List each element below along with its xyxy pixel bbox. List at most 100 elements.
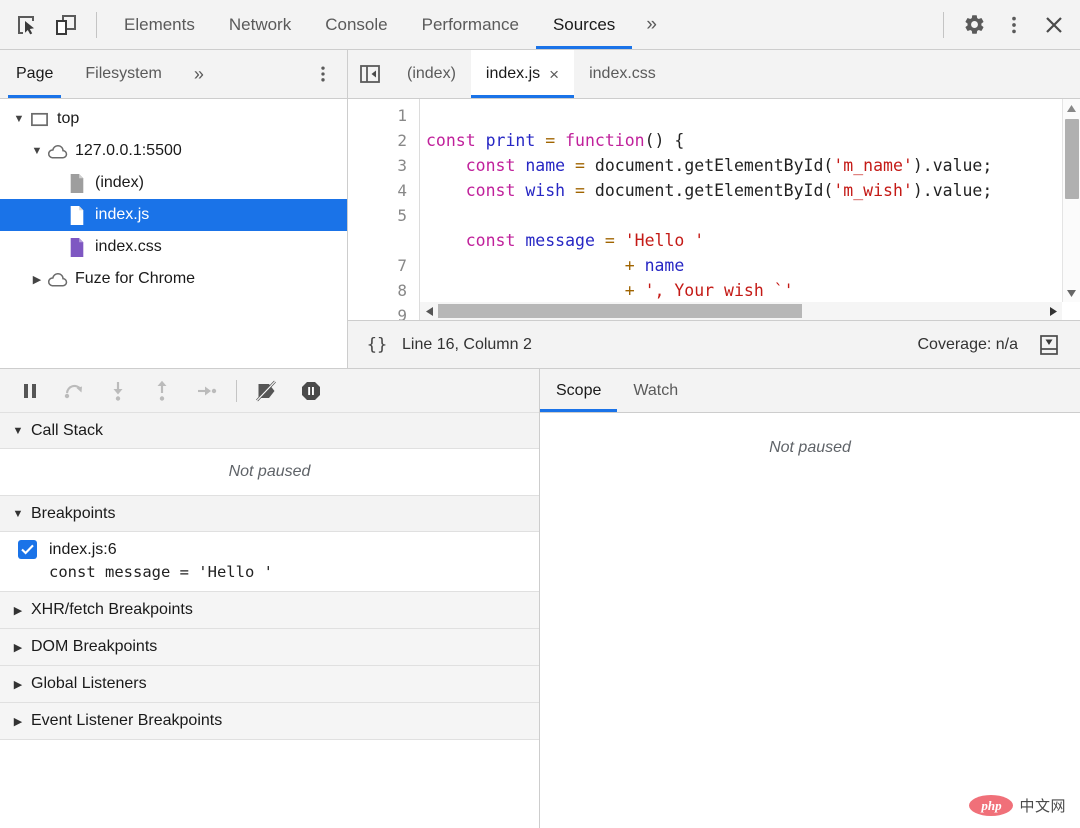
device-toolbar-icon[interactable]	[46, 5, 86, 45]
tree-item-index-label: (index)	[95, 174, 144, 191]
tree-item-origin[interactable]: ▼ 127.0.0.1:5500	[0, 135, 347, 167]
code-line[interactable]: + name	[426, 253, 1080, 278]
line-number[interactable]: 4	[348, 178, 419, 203]
tab-performance[interactable]: Performance	[405, 0, 536, 49]
code-token: ', Your wish `'	[644, 281, 794, 300]
line-number[interactable]: 2	[348, 128, 419, 153]
nav-more-tabs-chevron-icon[interactable]: »	[178, 50, 220, 98]
editor-tab-index-js[interactable]: index.js ×	[470, 50, 575, 98]
code-content[interactable]: const print = function() { const name = …	[420, 99, 1080, 320]
line-number[interactable]: 1	[348, 103, 419, 128]
event-listener-twisty-icon[interactable]: ▶	[10, 715, 26, 728]
scroll-up-arrow-icon[interactable]	[1063, 99, 1080, 117]
tree-item-index-js[interactable]: index.js	[0, 199, 347, 231]
inspect-cursor-icon[interactable]	[6, 5, 46, 45]
code-line[interactable]: const message = 'Hello '	[426, 228, 1080, 253]
code-token: ).value;	[912, 181, 993, 200]
close-icon[interactable]	[1034, 5, 1074, 45]
more-tabs-chevron-icon[interactable]: »	[632, 0, 671, 49]
tree-item-index-css[interactable]: index.css	[0, 231, 347, 263]
line-number-gutter[interactable]: 1 2 3 4 5 6 7 8 9	[348, 99, 420, 320]
line-number-text: 9	[397, 306, 407, 320]
code-line[interactable]	[426, 103, 1080, 128]
step-into-button[interactable]	[96, 372, 140, 410]
editor-tab-index-css-label: index.css	[589, 65, 656, 82]
call-stack-twisty-icon[interactable]: ▼	[10, 425, 26, 437]
breakpoint-line-number[interactable]: 6	[348, 228, 419, 253]
event-listener-breakpoints-title: Event Listener Breakpoints	[31, 712, 223, 729]
vertical-scroll-thumb[interactable]	[1064, 119, 1079, 199]
twisty-expanded-icon[interactable]: ▼	[10, 110, 28, 128]
step-over-button[interactable]	[52, 372, 96, 410]
editor-vertical-scrollbar[interactable]	[1062, 99, 1080, 302]
global-listeners-twisty-icon[interactable]: ▶	[10, 678, 26, 691]
breakpoint-list-item[interactable]: index.js:6 const message = 'Hello '	[0, 532, 539, 591]
scroll-left-arrow-icon[interactable]	[420, 302, 438, 320]
twisty-glyph: ▼	[13, 113, 25, 125]
code-line[interactable]: + ', Your wish `'	[426, 278, 1080, 303]
line-number[interactable]: 9	[348, 303, 419, 320]
scroll-down-arrow-icon[interactable]	[1063, 284, 1080, 302]
scroll-right-arrow-icon[interactable]	[1044, 302, 1062, 320]
breakpoint-checkbox[interactable]	[18, 540, 37, 559]
global-listeners-section[interactable]: ▶ Global Listeners	[0, 666, 539, 703]
tab-console[interactable]: Console	[308, 0, 404, 49]
editor-tab-index[interactable]: (index)	[392, 50, 471, 98]
tree-item-index-css-label: index.css	[95, 238, 162, 255]
tab-elements[interactable]: Elements	[107, 0, 212, 49]
tab-network[interactable]: Network	[212, 0, 308, 49]
tab-scope[interactable]: Scope	[540, 369, 618, 412]
horizontal-scroll-track[interactable]	[438, 302, 1044, 320]
line-number[interactable]: 7	[348, 253, 419, 278]
xhr-twisty-icon[interactable]: ▶	[10, 604, 26, 617]
code-line[interactable]: const wish = document.getElementById('m_…	[426, 178, 1080, 203]
close-tab-icon[interactable]: ×	[549, 66, 559, 83]
code-line[interactable]: const name = document.getElementById('m_…	[426, 153, 1080, 178]
tree-item-fuze-for-chrome[interactable]: ▶ Fuze for Chrome	[0, 263, 347, 295]
line-number[interactable]: 5	[348, 203, 419, 228]
vertical-scroll-track[interactable]	[1063, 117, 1080, 284]
tab-sources[interactable]: Sources	[535, 0, 633, 49]
php-logo-text: php	[981, 797, 1002, 813]
line-number-text: 1	[397, 106, 407, 125]
nav-tab-filesystem[interactable]: Filesystem	[69, 50, 177, 98]
navigator-more-options-icon[interactable]	[299, 50, 347, 98]
more-vertical-icon[interactable]	[994, 5, 1034, 45]
deactivate-breakpoints-button[interactable]	[245, 372, 289, 410]
code-editor[interactable]: 1 2 3 4 5 6 7 8 9 const print = function…	[348, 99, 1080, 320]
php-logo-icon: php	[969, 795, 1014, 816]
dom-breakpoints-section[interactable]: ▶ DOM Breakpoints	[0, 629, 539, 666]
tree-item-top[interactable]: ▼ top	[0, 103, 347, 135]
breakpoints-twisty-icon[interactable]: ▼	[10, 508, 26, 520]
line-number[interactable]: 3	[348, 153, 419, 178]
show-navigator-icon[interactable]	[348, 50, 392, 98]
tab-watch[interactable]: Watch	[617, 369, 694, 412]
show-drawer-icon[interactable]	[1030, 326, 1068, 364]
tree-item-index-document[interactable]: (index)	[0, 167, 347, 199]
event-listener-breakpoints-section[interactable]: ▶ Event Listener Breakpoints	[0, 703, 539, 740]
gear-icon[interactable]	[954, 5, 994, 45]
nav-tab-page[interactable]: Page	[0, 50, 69, 98]
code-line[interactable]	[426, 203, 1080, 228]
xhr-fetch-breakpoints-section[interactable]: ▶ XHR/fetch Breakpoints	[0, 592, 539, 629]
code-line[interactable]: const print = function() {	[426, 128, 1080, 153]
breakpoints-section-header[interactable]: ▼ Breakpoints	[0, 496, 539, 532]
global-listeners-title: Global Listeners	[31, 675, 147, 692]
step-out-button[interactable]	[140, 372, 184, 410]
pause-on-exception-button[interactable]	[289, 372, 333, 410]
call-stack-section-header[interactable]: ▼ Call Stack	[0, 413, 539, 449]
code-token: const	[426, 131, 476, 150]
horizontal-scroll-thumb[interactable]	[438, 304, 802, 318]
step-button[interactable]	[184, 372, 228, 410]
twisty-collapsed-icon[interactable]: ▶	[28, 270, 46, 288]
resume-pause-button[interactable]	[8, 372, 52, 410]
pretty-print-braces-icon[interactable]: {}	[360, 328, 394, 362]
line-number[interactable]: 8	[348, 278, 419, 303]
editor-tab-index-css[interactable]: index.css	[574, 50, 671, 98]
editor-horizontal-scrollbar[interactable]	[420, 302, 1062, 320]
call-stack-body: Not paused	[0, 449, 539, 496]
twisty-expanded-icon[interactable]: ▼	[28, 142, 46, 160]
tab-network-label: Network	[228, 14, 292, 34]
dom-twisty-icon[interactable]: ▶	[10, 641, 26, 654]
